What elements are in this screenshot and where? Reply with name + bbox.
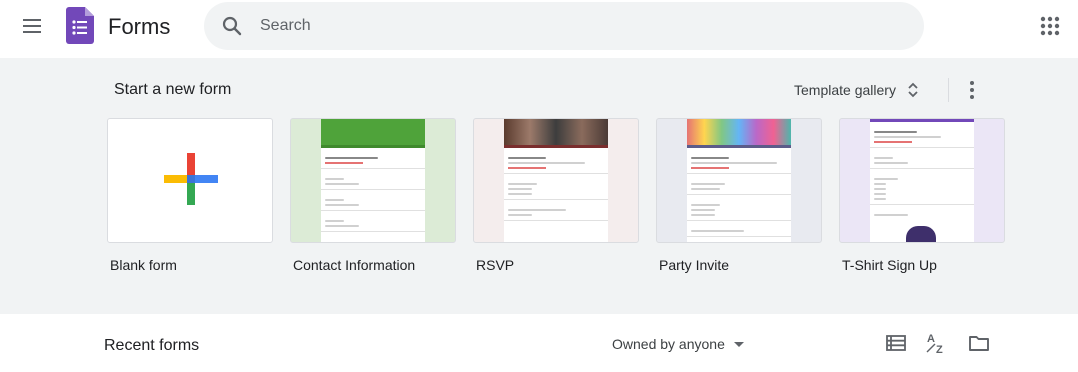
template-label: Blank form — [110, 257, 177, 273]
preview-block — [687, 224, 791, 237]
preview-block — [687, 151, 791, 174]
more-options-icon[interactable] — [958, 76, 986, 104]
preview-block — [321, 214, 425, 232]
template-card-rsvp[interactable]: RSVP — [473, 118, 639, 273]
preview-block — [870, 172, 974, 205]
app-title[interactable]: Forms — [108, 14, 170, 40]
template-thumbnail[interactable] — [107, 118, 273, 243]
preview-block — [504, 151, 608, 174]
folder-icon[interactable] — [967, 331, 991, 355]
preview-block — [504, 177, 608, 200]
preview-block — [687, 198, 791, 221]
dropdown-arrow-icon — [733, 342, 744, 347]
template-card-party-invite[interactable]: Party Invite — [656, 118, 822, 273]
owner-filter-label: Owned by anyone — [612, 336, 725, 352]
form-preview — [870, 119, 974, 242]
template-label: Contact Information — [293, 257, 416, 273]
template-gallery-button[interactable]: Template gallery — [790, 76, 924, 104]
preview-block — [504, 203, 608, 221]
app-header: Forms — [0, 0, 1078, 58]
header-image — [504, 119, 608, 145]
header-image — [687, 119, 791, 145]
search-input[interactable] — [260, 2, 900, 50]
plus-icon — [164, 153, 218, 205]
search-icon[interactable] — [220, 14, 244, 38]
template-label: Party Invite — [659, 257, 730, 273]
preview-block — [321, 172, 425, 190]
preview-block — [687, 177, 791, 195]
preview-block — [321, 151, 425, 169]
preview-block — [870, 151, 974, 169]
template-label: RSVP — [476, 257, 515, 273]
template-label: T-Shirt Sign Up — [842, 257, 937, 273]
recent-forms-title: Recent forms — [104, 337, 200, 354]
divider — [948, 78, 949, 102]
header-image — [321, 119, 425, 145]
template-thumbnail[interactable] — [656, 118, 822, 243]
list-view-icon[interactable] — [884, 331, 908, 355]
form-preview — [504, 119, 608, 242]
owner-filter-dropdown[interactable]: Owned by anyone — [612, 332, 745, 356]
sort-az-icon[interactable]: A Z — [925, 331, 949, 355]
forms-logo[interactable] — [66, 7, 94, 44]
section-title: Start a new form — [114, 81, 232, 98]
form-preview — [321, 119, 425, 242]
t-shirt-image — [906, 226, 936, 242]
main-menu-icon[interactable] — [12, 6, 52, 46]
start-new-form-section: Start a new form Template gallery Blank … — [0, 58, 1078, 314]
template-thumbnail[interactable] — [839, 118, 1005, 243]
template-card-contact-information[interactable]: Contact Information — [290, 118, 456, 273]
preview-block — [321, 193, 425, 211]
template-gallery-label: Template gallery — [794, 82, 896, 98]
template-thumbnail[interactable] — [290, 118, 456, 243]
template-card-blank[interactable]: Blank form — [107, 118, 273, 273]
template-card-t-shirt-sign-up[interactable]: T-Shirt Sign Up — [839, 118, 1005, 273]
search-bar[interactable] — [204, 2, 924, 50]
svg-text:Z: Z — [936, 344, 943, 355]
apps-grid-icon[interactable] — [1036, 12, 1064, 40]
template-thumbnail[interactable] — [473, 118, 639, 243]
unfold-icon — [908, 82, 918, 98]
preview-block — [870, 125, 974, 148]
form-preview — [687, 119, 791, 242]
svg-text:A: A — [927, 333, 935, 345]
preview-block — [870, 208, 974, 242]
